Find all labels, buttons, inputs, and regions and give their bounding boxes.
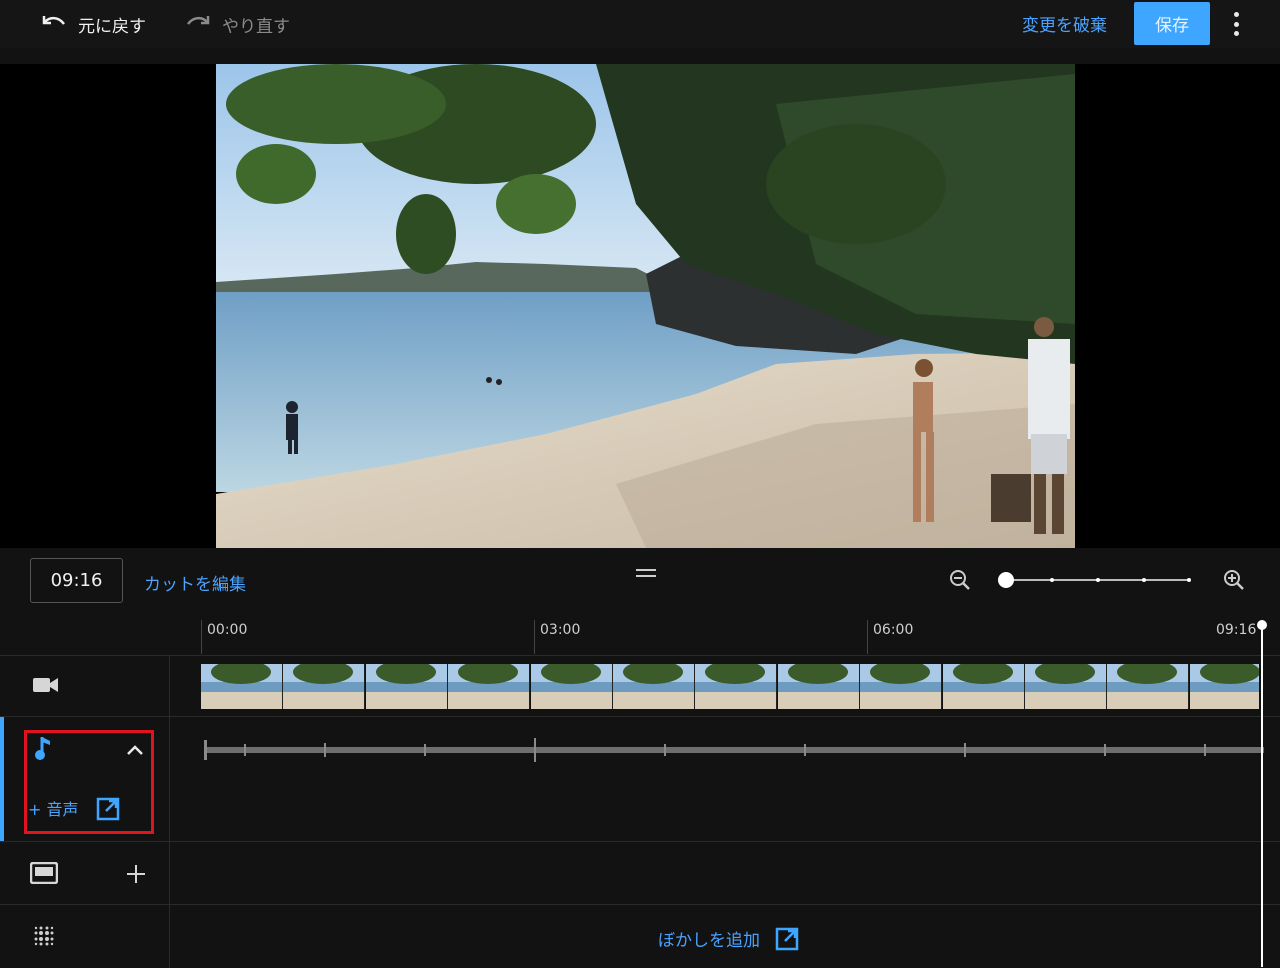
zoom-out-icon[interactable] — [948, 568, 972, 596]
redo-icon — [184, 12, 212, 37]
undo-label: 元に戻す — [78, 16, 146, 37]
blur-icon — [32, 924, 56, 952]
time-ruler[interactable]: 00:00 03:00 06:00 09:16 — [170, 620, 1280, 654]
filmstrip-frame — [1024, 664, 1107, 709]
filmstrip-frame — [1107, 664, 1190, 709]
audio-track — [0, 716, 1280, 842]
more-options-icon[interactable] — [1226, 12, 1246, 36]
filmstrip-frame — [201, 664, 283, 709]
filmstrip-frame — [530, 664, 613, 709]
blur-track — [0, 904, 1280, 968]
zoom-slider-step — [1142, 578, 1146, 582]
ruler-tick — [534, 620, 535, 654]
end-screen-track-body[interactable] — [170, 842, 1280, 905]
ruler-tick — [867, 620, 868, 654]
filmstrip-frame — [1189, 664, 1259, 709]
end-screen-icon — [29, 861, 59, 888]
end-screen-track-header — [0, 842, 170, 905]
filmstrip-frame — [365, 664, 448, 709]
open-external-icon — [775, 927, 799, 956]
ruler-tick-label: 03:00 — [540, 622, 581, 638]
ruler-tick-label: 00:00 — [207, 622, 248, 638]
save-button[interactable]: 保存 — [1134, 2, 1210, 45]
blur-track-header — [0, 905, 170, 968]
zoom-slider-step — [1096, 578, 1100, 582]
audio-waveform — [204, 738, 1264, 762]
video-track-body[interactable] — [170, 656, 1280, 717]
filmstrip-frame — [283, 664, 366, 709]
playhead-handle[interactable] — [1257, 620, 1267, 630]
video-track-header — [0, 656, 170, 717]
redo-label: やり直す — [222, 16, 290, 37]
audio-track-body[interactable] — [170, 717, 1280, 842]
video-preview[interactable] — [216, 64, 1075, 548]
zoom-slider-step — [1050, 578, 1054, 582]
filmstrip-frame — [860, 664, 943, 709]
editor-toolbar: 元に戻す やり直す 変更を破棄 保存 — [0, 0, 1280, 48]
video-preview-area — [0, 64, 1280, 548]
add-blur-label: ぼかしを追加 — [658, 931, 760, 951]
filmstrip-frame — [777, 664, 860, 709]
undo-icon — [40, 12, 68, 37]
filmstrip-frame — [612, 664, 695, 709]
undo-button[interactable]: 元に戻す — [40, 10, 146, 38]
ruler-tick-label: 06:00 — [873, 622, 914, 638]
playhead[interactable] — [1261, 625, 1263, 967]
highlight-annotation-box — [24, 730, 154, 834]
video-track — [0, 655, 1280, 717]
end-screen-track — [0, 841, 1280, 905]
zoom-slider-step — [1187, 578, 1191, 582]
video-camera-icon — [33, 676, 59, 698]
zoom-slider-handle[interactable] — [998, 572, 1014, 588]
filmstrip-frame — [448, 664, 531, 709]
filmstrip-frame — [695, 664, 778, 709]
video-filmstrip[interactable] — [201, 664, 1259, 709]
redo-button[interactable]: やり直す — [184, 10, 290, 38]
drag-handle-icon[interactable] — [636, 569, 656, 577]
discard-changes-button[interactable]: 変更を破棄 — [1022, 11, 1107, 36]
current-time-display[interactable]: 09:16 — [30, 558, 123, 603]
zoom-in-icon[interactable] — [1222, 568, 1246, 596]
timeline-controls: 09:16 カットを編集 — [0, 548, 1280, 618]
filmstrip-frame — [942, 664, 1025, 709]
add-blur-button[interactable]: ぼかしを追加 — [658, 926, 799, 956]
ruler-tick-label: 09:16 — [1216, 622, 1257, 638]
add-plus-icon[interactable] — [126, 864, 146, 888]
ruler-tick — [201, 620, 202, 654]
edit-cut-button[interactable]: カットを編集 — [144, 570, 246, 595]
